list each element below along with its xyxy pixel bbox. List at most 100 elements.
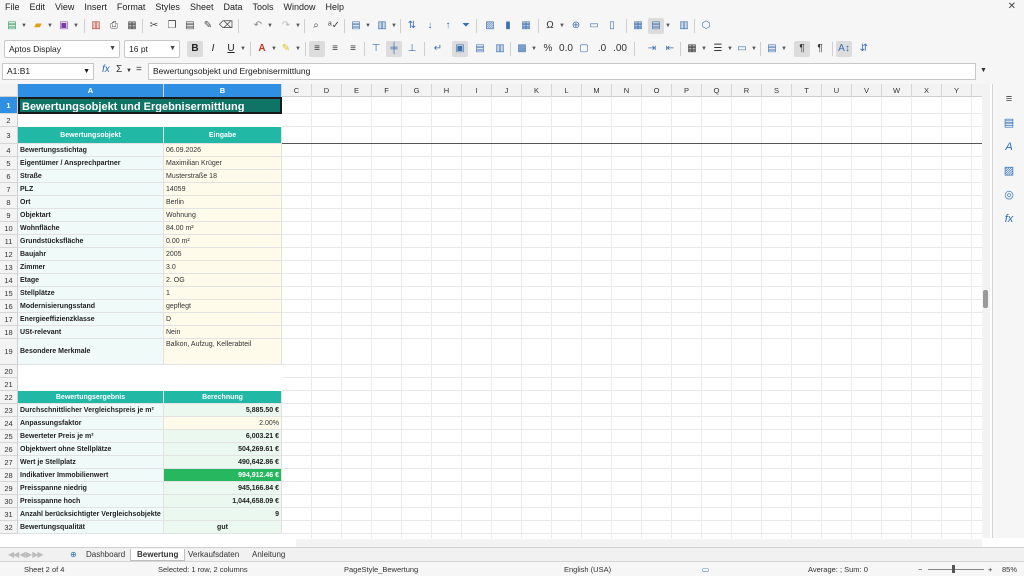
column-header-m[interactable]: M [582,84,612,97]
menu-tools[interactable]: Tools [247,2,278,12]
result-value[interactable]: 490,642.86 € [164,456,282,469]
sort-ascending-icon[interactable]: ↓ [422,18,438,34]
column-dropdown-icon[interactable]: ▼ [390,18,398,34]
result-label[interactable]: Preisspanne hoch [18,495,164,508]
borders-icon[interactable]: ▦ [684,41,700,57]
insert-image-icon[interactable]: ▨ [482,18,498,34]
result-value[interactable]: 1,044,658.09 € [164,495,282,508]
field-value[interactable]: 06.09.2026 [164,144,282,157]
row-header-14[interactable]: 14 [0,274,18,287]
column-header-g[interactable]: G [402,84,432,97]
column-header-n[interactable]: N [612,84,642,97]
menu-data[interactable]: Data [218,2,247,12]
result-label[interactable]: Objektwert ohne Stellplätze [18,443,164,456]
menu-help[interactable]: Help [321,2,350,12]
result-value[interactable]: 945,166.84 € [164,482,282,495]
row-header-16[interactable]: 16 [0,300,18,313]
horizontal-scrollbar[interactable] [296,539,982,547]
result-value[interactable]: 504,269.61 € [164,443,282,456]
font-color-dropdown-icon[interactable]: ▼ [270,41,278,57]
row-header-1[interactable]: 1 [0,97,18,114]
field-value[interactable]: Musterstraße 18 [164,170,282,183]
functions-icon[interactable]: fx [1002,212,1016,226]
row-dropdown-icon[interactable]: ▼ [364,18,372,34]
field-label[interactable]: Objektart [18,209,164,222]
text-orientation-icon[interactable]: A↕ [836,41,852,57]
tab-anleitung[interactable]: Anleitung [246,549,291,561]
field-value[interactable]: gepflegt [164,300,282,313]
name-box[interactable]: A1:B1 ▼ [2,63,94,80]
menu-styles[interactable]: Styles [150,2,185,12]
highlight-dropdown-icon[interactable]: ▼ [294,41,302,57]
row-header-28[interactable]: 28 [0,469,18,482]
currency-icon[interactable]: ▩ [514,41,530,57]
clone-formatting-icon[interactable]: ✎ [200,18,216,34]
column-header-w[interactable]: W [882,84,912,97]
new-document-icon[interactable]: ▤ [4,18,20,34]
delete-decimal-icon[interactable]: .00 [612,41,628,57]
column-header-i[interactable]: I [462,84,492,97]
column-header-e[interactable]: E [342,84,372,97]
row-header-2[interactable]: 2 [0,114,18,127]
row-header-29[interactable]: 29 [0,482,18,495]
copy-icon[interactable]: ❐ [164,18,180,34]
redo-dropdown-icon[interactable]: ▼ [294,18,302,34]
formula-icon[interactable]: = [136,64,142,75]
gallery-icon[interactable]: ▨ [1002,164,1016,178]
menu-insert[interactable]: Insert [79,2,112,12]
status-language[interactable]: English (USA) [564,565,611,574]
status-zoom[interactable]: 85% [1002,565,1017,574]
field-label[interactable]: Ort [18,196,164,209]
field-label[interactable]: Stellplätze [18,287,164,300]
menu-file[interactable]: File [0,2,25,12]
freeze-rows-columns-icon[interactable]: ▤ [648,18,664,34]
expand-formula-icon[interactable]: ▼ [980,67,987,74]
vertical-text-icon[interactable]: ⇵ [856,41,872,57]
row-header-8[interactable]: 8 [0,196,18,209]
column-header-b[interactable]: B [164,84,282,97]
save-icon[interactable]: ▣ [56,18,72,34]
border-style-icon[interactable]: ☰ [710,41,726,57]
field-label[interactable]: Eigentümer / Ansprechpartner [18,157,164,170]
row-header-4[interactable]: 4 [0,144,18,157]
result-label[interactable]: Anpassungsfaktor [18,417,164,430]
find-replace-icon[interactable]: ⌕ [308,18,324,34]
export-pdf-icon[interactable]: ▥ [88,18,104,34]
clear-formatting-icon[interactable]: ⌫ [218,18,234,34]
insert-chart-icon[interactable]: ▮ [500,18,516,34]
row-header-20[interactable]: 20 [0,365,18,378]
sidebar-menu-icon[interactable]: ≡ [1002,92,1016,106]
column-header-u[interactable]: U [822,84,852,97]
align-top-icon[interactable]: ⊤ [368,41,384,57]
header-bewertungsergebnis[interactable]: Bewertungsergebnis [18,391,164,404]
row-header-17[interactable]: 17 [0,313,18,326]
percent-icon[interactable]: % [540,41,556,57]
zoom-in-icon[interactable]: + [988,565,992,574]
menu-sheet[interactable]: Sheet [185,2,219,12]
open-dropdown-icon[interactable]: ▼ [46,18,54,34]
cut-icon[interactable]: ✂ [146,18,162,34]
number-icon[interactable]: 0.0 [558,41,574,57]
field-label[interactable]: Wohnfläche [18,222,164,235]
unmerge-icon[interactable]: ▤ [472,41,488,57]
select-all-corner[interactable] [0,84,18,97]
align-center-icon[interactable]: ≡ [327,41,343,57]
properties-icon[interactable]: ▤ [1002,116,1016,130]
bold-icon[interactable]: B [187,41,203,57]
font-name-box[interactable]: Aptos Display ▼ [4,40,120,58]
field-label[interactable]: Zimmer [18,261,164,274]
wrap-text-icon[interactable]: ↵ [430,41,446,57]
menu-format[interactable]: Format [112,2,151,12]
result-value[interactable]: 6,003.21 € [164,430,282,443]
row-header-12[interactable]: 12 [0,248,18,261]
row-header-11[interactable]: 11 [0,235,18,248]
align-bottom-icon[interactable]: ⊥ [404,41,420,57]
row-header-31[interactable]: 31 [0,508,18,521]
header-berechnung[interactable]: Berechnung [164,391,282,404]
new-dropdown-icon[interactable]: ▼ [20,18,28,34]
row-header-19[interactable]: 19 [0,339,18,365]
conditional-format-icon[interactable]: ▤ [764,41,780,57]
field-value[interactable]: D [164,313,282,326]
column-header-h[interactable]: H [432,84,462,97]
define-print-area-icon[interactable]: ▦ [630,18,646,34]
